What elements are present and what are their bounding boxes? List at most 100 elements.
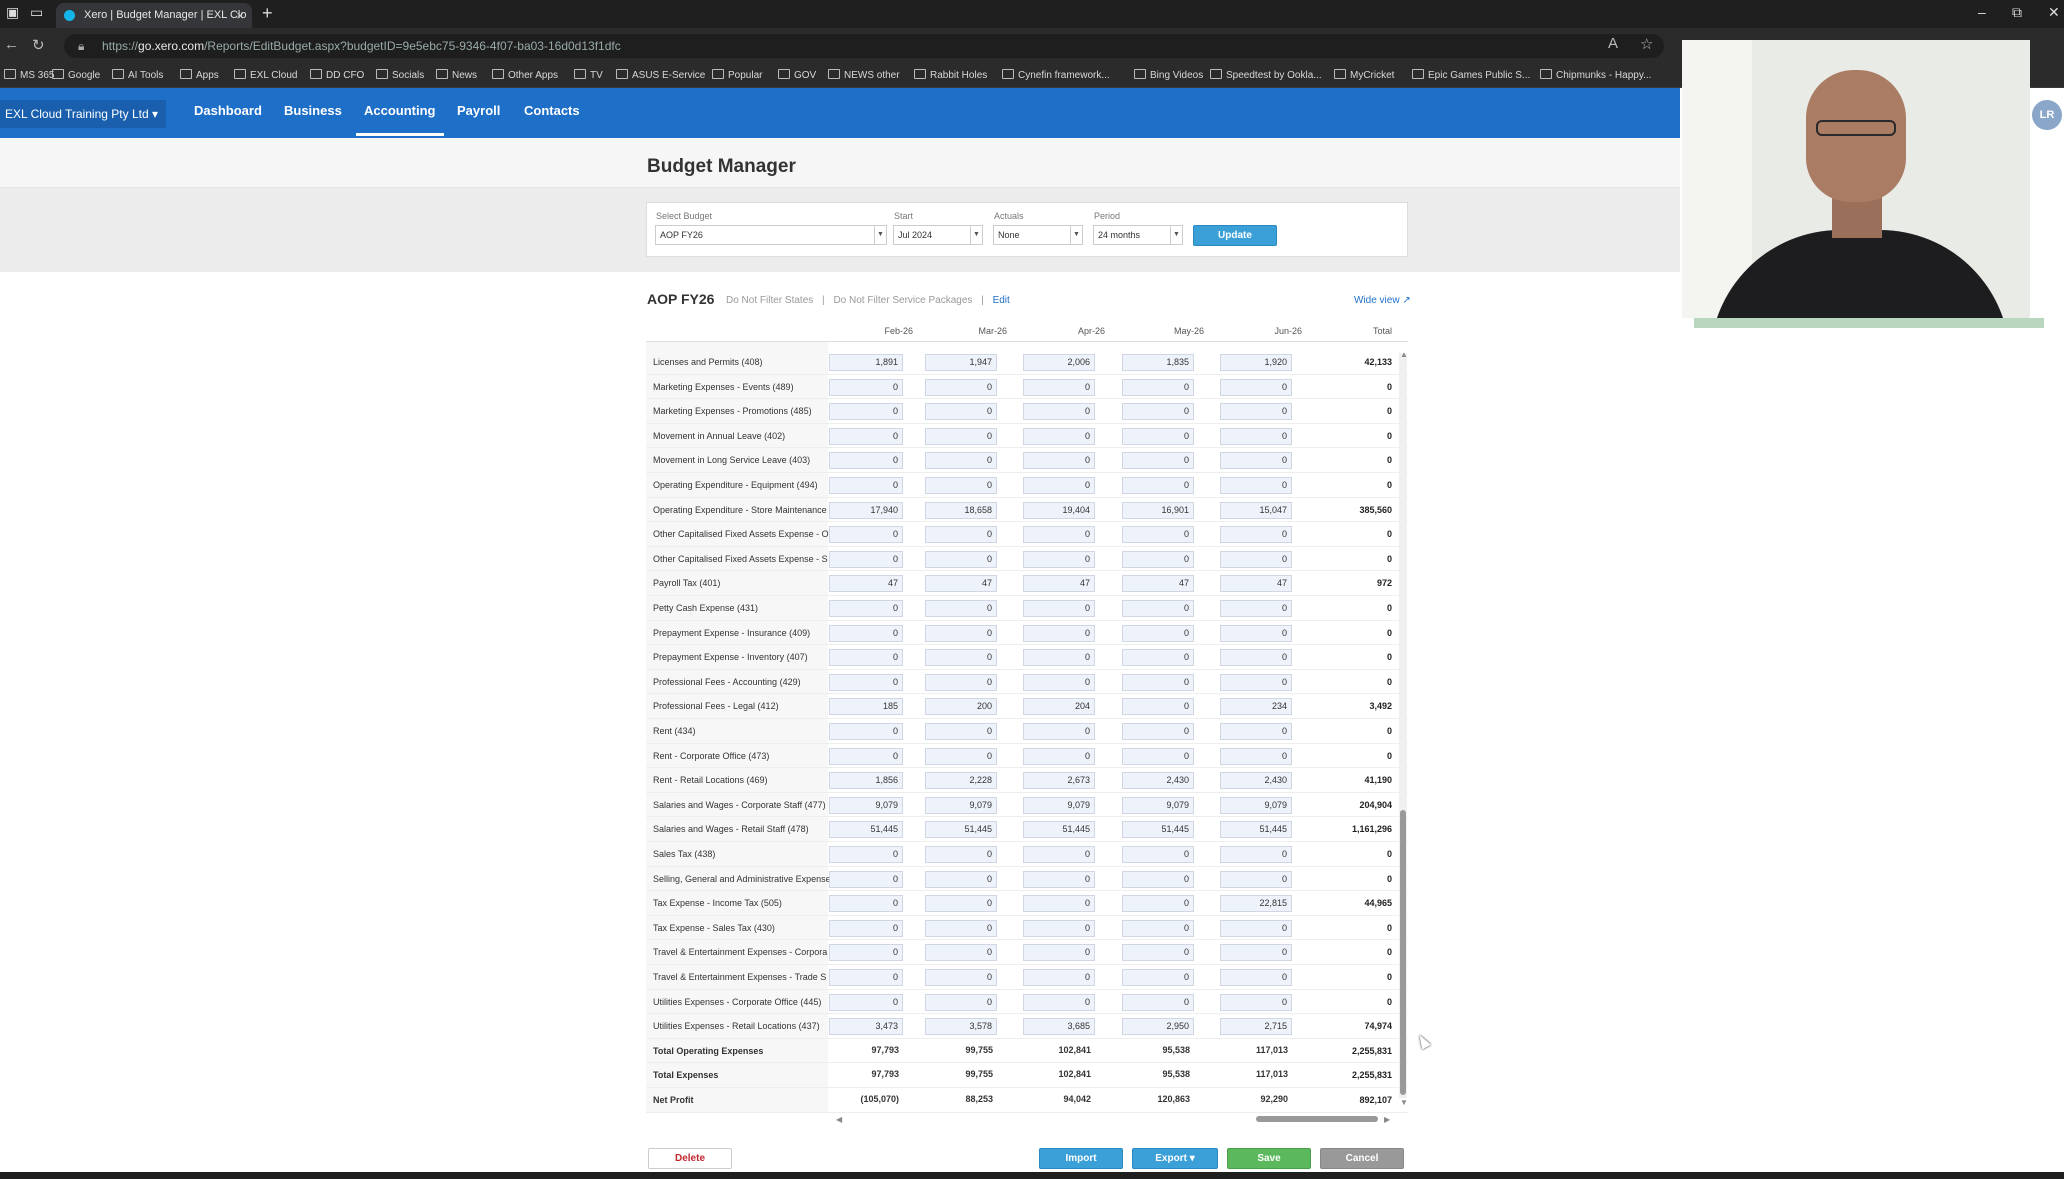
read-aloud-icon[interactable]: A [1608, 35, 1618, 52]
budget-cell-input[interactable]: 0 [925, 624, 997, 642]
budget-cell-input[interactable]: 0 [925, 723, 997, 740]
budget-cell-input[interactable]: 0 [1023, 550, 1095, 568]
budget-cell-input[interactable]: 0 [925, 673, 997, 691]
bookmark-item[interactable]: MS 365 [4, 69, 54, 81]
budget-cell-input[interactable]: 0 [1122, 477, 1194, 494]
budget-cell-input[interactable]: 0 [1023, 969, 1095, 986]
budget-cell-input[interactable]: 0 [829, 747, 903, 765]
budget-cell-input[interactable]: 3,685 [1023, 1018, 1095, 1036]
nav-contacts[interactable]: Contacts [524, 103, 580, 118]
bookmark-item[interactable]: Speedtest by Ookla... [1210, 69, 1322, 81]
budget-cell-input[interactable]: 1,856 [829, 772, 903, 790]
budget-cell-input[interactable]: 0 [1122, 895, 1194, 913]
budget-cell-input[interactable]: 47 [1220, 575, 1292, 593]
budget-cell-input[interactable]: 0 [1220, 649, 1292, 667]
budget-cell-input[interactable]: 2,673 [1023, 772, 1095, 790]
delete-button[interactable]: Delete [648, 1148, 732, 1169]
budget-cell-input[interactable]: 0 [1023, 600, 1095, 617]
budget-cell-input[interactable]: 0 [925, 969, 997, 986]
back-icon[interactable]: ← [4, 36, 19, 53]
budget-cell-input[interactable]: 0 [1220, 624, 1292, 642]
budget-cell-input[interactable]: 0 [1122, 526, 1194, 544]
budget-cell-input[interactable]: 1,920 [1220, 354, 1292, 371]
budget-cell-input[interactable]: 0 [925, 870, 997, 888]
budget-cell-input[interactable]: 0 [829, 723, 903, 740]
budget-cell-input[interactable]: 0 [925, 600, 997, 617]
bookmark-item[interactable]: Bing Videos [1134, 69, 1203, 81]
horizontal-scrollbar-thumb[interactable] [1256, 1116, 1378, 1122]
bookmark-item[interactable]: NEWS other [828, 69, 900, 81]
budget-cell-input[interactable]: 9,079 [925, 796, 997, 814]
budget-cell-input[interactable]: 0 [1220, 673, 1292, 691]
budget-cell-input[interactable]: 185 [829, 698, 903, 716]
budget-cell-input[interactable]: 2,430 [1122, 772, 1194, 790]
budget-cell-input[interactable]: 1,947 [925, 354, 997, 371]
bookmark-item[interactable]: News [436, 69, 477, 81]
update-button[interactable]: Update [1193, 225, 1277, 246]
budget-cell-input[interactable]: 2,228 [925, 772, 997, 790]
budget-cell-input[interactable]: 0 [1220, 723, 1292, 740]
budget-cell-input[interactable]: 0 [1220, 969, 1292, 986]
save-button[interactable]: Save [1227, 1148, 1311, 1169]
budget-cell-input[interactable]: 0 [829, 403, 903, 421]
budget-cell-input[interactable]: 18,658 [925, 501, 997, 519]
budget-cell-input[interactable]: 0 [1220, 846, 1292, 863]
edit-filter-link[interactable]: Edit [993, 295, 1010, 306]
bookmark-item[interactable]: Other Apps [492, 69, 558, 81]
bookmark-item[interactable]: Rabbit Holes [914, 69, 987, 81]
budget-cell-input[interactable]: 0 [1023, 723, 1095, 740]
budget-cell-input[interactable]: 0 [1220, 919, 1292, 937]
url-field[interactable]: 🔒︎ https://go.xero.com/Reports/EditBudge… [64, 34, 1664, 58]
nav-business[interactable]: Business [284, 103, 342, 118]
budget-cell-input[interactable]: 0 [1023, 477, 1095, 494]
budget-cell-input[interactable]: 2,950 [1122, 1018, 1194, 1036]
budget-cell-input[interactable]: 0 [829, 944, 903, 962]
budget-cell-input[interactable]: 0 [1023, 452, 1095, 470]
import-button[interactable]: Import [1039, 1148, 1123, 1169]
budget-cell-input[interactable]: 51,445 [1220, 821, 1292, 839]
cancel-button[interactable]: Cancel [1320, 1148, 1404, 1169]
budget-cell-input[interactable]: 0 [1122, 723, 1194, 740]
budget-cell-input[interactable]: 0 [1122, 969, 1194, 986]
bookmark-item[interactable]: EXL Cloud [234, 69, 297, 81]
bookmark-item[interactable]: DD CFO [310, 69, 364, 81]
bookmark-item[interactable]: Popular [712, 69, 762, 81]
budget-cell-input[interactable]: 0 [829, 649, 903, 667]
scroll-right-icon[interactable]: ▶ [1384, 1115, 1390, 1124]
select-budget-dropdown[interactable]: AOP FY26 ▼ [655, 225, 887, 245]
budget-cell-input[interactable]: 0 [925, 378, 997, 396]
new-tab-icon[interactable]: + [262, 3, 273, 24]
bookmark-item[interactable]: AI Tools [112, 69, 163, 81]
budget-cell-input[interactable]: 2,715 [1220, 1018, 1292, 1036]
budget-cell-input[interactable]: 0 [925, 747, 997, 765]
close-window-icon[interactable]: ✕ [2048, 4, 2060, 21]
bookmark-item[interactable]: Socials [376, 69, 424, 81]
budget-cell-input[interactable]: 9,079 [1122, 796, 1194, 814]
restore-icon[interactable]: ⧉ [2012, 4, 2022, 21]
budget-cell-input[interactable]: 0 [829, 452, 903, 470]
budget-cell-input[interactable]: 9,079 [1220, 796, 1292, 814]
budget-cell-input[interactable]: 0 [1023, 944, 1095, 962]
budget-cell-input[interactable]: 0 [1023, 993, 1095, 1011]
nav-payroll[interactable]: Payroll [457, 103, 500, 118]
budget-cell-input[interactable]: 0 [1220, 427, 1292, 445]
wide-view-link[interactable]: Wide view ↗ [1354, 295, 1411, 306]
budget-cell-input[interactable]: 0 [1122, 378, 1194, 396]
close-tab-icon[interactable]: × [236, 3, 244, 28]
budget-cell-input[interactable]: 0 [1122, 427, 1194, 445]
budget-cell-input[interactable]: 0 [1122, 624, 1194, 642]
budget-cell-input[interactable]: 0 [1220, 378, 1292, 396]
budget-cell-input[interactable]: 200 [925, 698, 997, 716]
budget-cell-input[interactable]: 0 [829, 526, 903, 544]
bookmark-item[interactable]: MyCricket [1334, 69, 1394, 81]
budget-cell-input[interactable]: 0 [1220, 403, 1292, 421]
budget-cell-input[interactable]: 0 [1023, 403, 1095, 421]
budget-cell-input[interactable]: 0 [925, 846, 997, 863]
scroll-down-icon[interactable]: ▼ [1400, 1098, 1408, 1107]
budget-cell-input[interactable]: 0 [829, 969, 903, 986]
budget-cell-input[interactable]: 234 [1220, 698, 1292, 716]
budget-cell-input[interactable]: 0 [1122, 452, 1194, 470]
budget-cell-input[interactable]: 0 [1220, 600, 1292, 617]
budget-cell-input[interactable]: 0 [1220, 870, 1292, 888]
budget-cell-input[interactable]: 51,445 [1122, 821, 1194, 839]
